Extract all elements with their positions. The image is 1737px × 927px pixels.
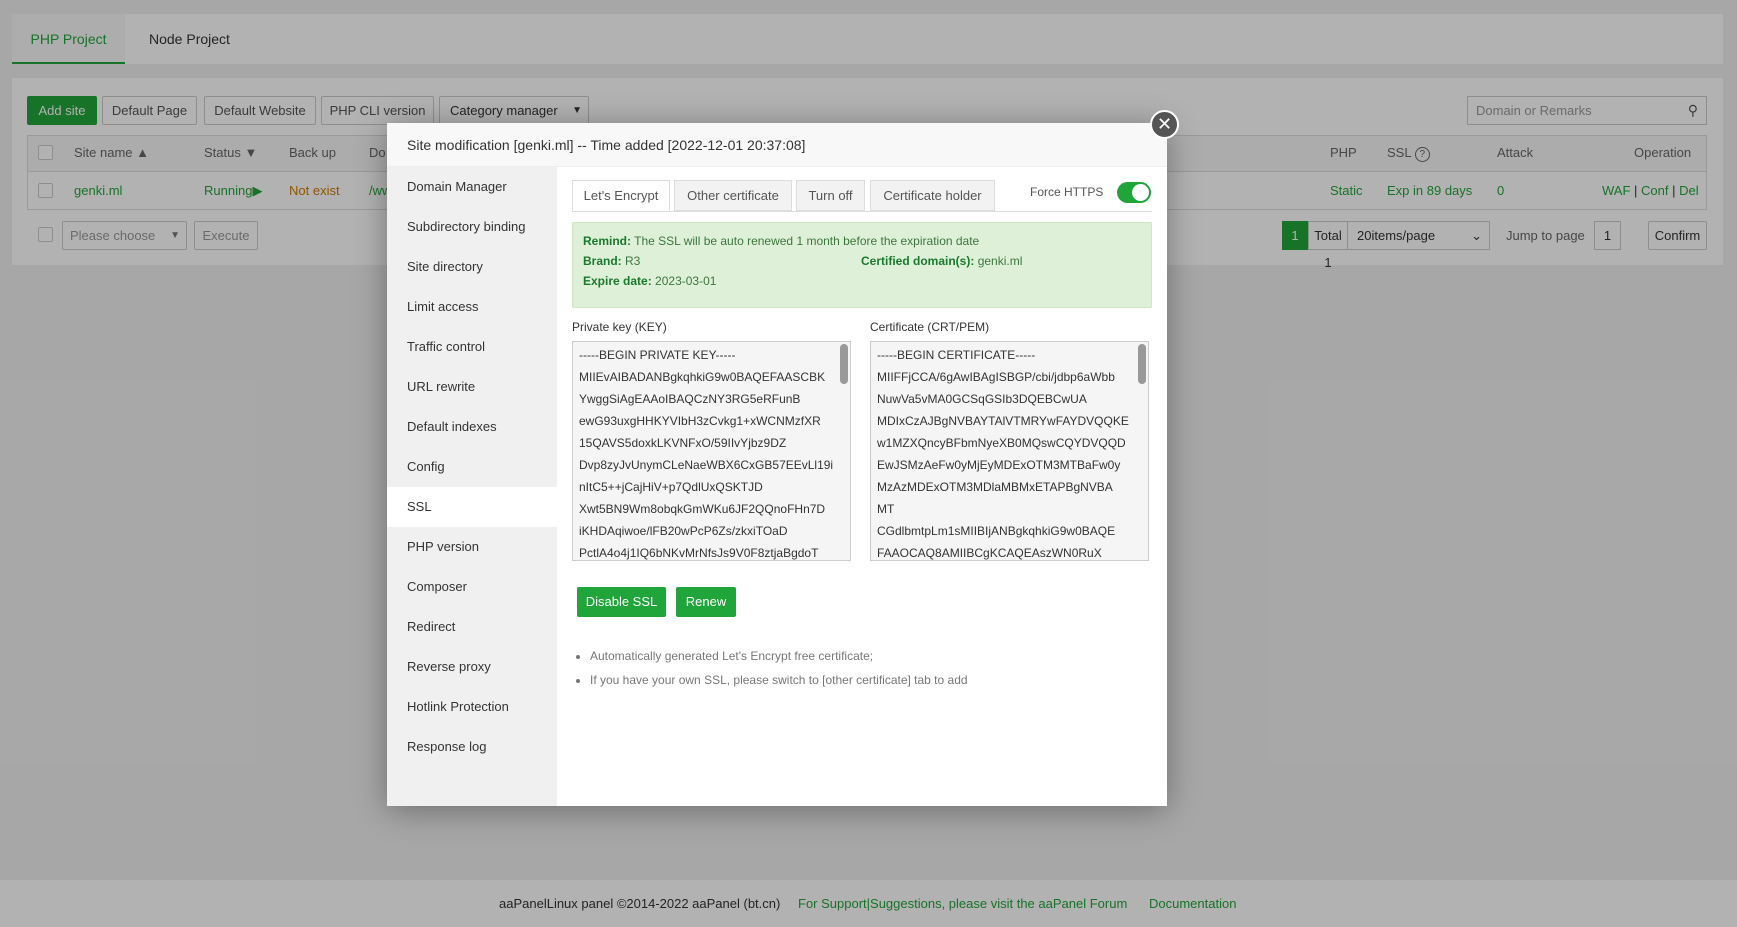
text-line: MIIEvAIBADANBgkqhkiG9w0BAQEFAASCBK (579, 370, 826, 384)
renew-button[interactable]: Renew (676, 587, 736, 617)
menu-item-composer[interactable]: Composer (387, 567, 557, 607)
force-https-label: Force HTTPS (1030, 185, 1104, 199)
notes-list: Automatically generated Let's Encrypt fr… (590, 644, 968, 692)
certificate-textarea[interactable]: -----BEGIN CERTIFICATE----- MIIFFjCCA/6gA… (870, 341, 1149, 561)
private-key-label: Private key (KEY) (572, 320, 667, 334)
text-line: Xwt5BN9Wm8obqkGmWKu6JF2QQnoFHn7D (579, 502, 826, 516)
tab-lets-encrypt[interactable]: Let's Encrypt (572, 180, 670, 211)
text-line: w1MZXQncyBFbmNyeXB0MQswCQYDVQQD (877, 436, 1126, 450)
settings-menu: Domain Manager Subdirectory binding Site d… (387, 167, 557, 806)
text-line: -----BEGIN CERTIFICATE----- (877, 348, 1036, 362)
menu-item-php-version[interactable]: PHP version (387, 527, 557, 567)
text-line: nItC5++jCajHiV+p7QdlUxQSKTJD (579, 480, 763, 494)
text-line: Dvp8zyJvUnymCLeNaeWBX6CxGB57EEvLl19i (579, 458, 834, 472)
force-https-toggle[interactable] (1117, 182, 1151, 203)
text-line: NuwVa5vMA0GCSqGSIb3DQEBCwUA (877, 392, 1087, 406)
text-line: ewG93uxgHHKYVIbH3zCvkg1+xWCNMzfXR (579, 414, 821, 428)
menu-item-redirect[interactable]: Redirect (387, 607, 557, 647)
menu-item-config[interactable]: Config (387, 447, 557, 487)
text-line: iKHDAqiwoe/lFB20wPcP6Zs/zkxiTOaD (579, 524, 788, 538)
menu-item-ssl[interactable]: SSL (387, 487, 557, 527)
menu-item-response-log[interactable]: Response log (387, 727, 557, 767)
dialog-title: Site modification [genki.ml] -- Time add… (387, 123, 1167, 167)
expire-line: Expire date: 2023-03-01 (583, 274, 717, 288)
text-line: YwggSiAgEAAoIBAQCzNY3RG5eRFunB (579, 392, 801, 406)
tab-certificate-holder[interactable]: Certificate holder (870, 180, 995, 211)
text-line: 15QAVS5doxkLKVNFxO/59IIvYjbz9DZ (579, 436, 787, 450)
text-line: CGdlbmtpLm1sMIIBIjANBgkqhkiG9w0BAQE (877, 524, 1116, 538)
scrollbar[interactable] (1138, 344, 1146, 384)
tab-other-certificate[interactable]: Other certificate (674, 180, 792, 211)
text-line: MzAzMDExOTM3MDlaMBMxETAPBgNVBA (877, 480, 1113, 494)
scrollbar[interactable] (840, 344, 848, 384)
menu-item-reverse-proxy[interactable]: Reverse proxy (387, 647, 557, 687)
text-line: PctlA4o4j1IQ6bNKvMrNfsJs9V0F8ztjaBgdoT (579, 546, 819, 560)
site-modification-dialog: Site modification [genki.ml] -- Time add… (387, 110, 1179, 806)
menu-item-hotlink-protection[interactable]: Hotlink Protection (387, 687, 557, 727)
remind-line: Remind: The SSL will be auto renewed 1 m… (583, 234, 980, 248)
menu-item-domain-manager[interactable]: Domain Manager (387, 167, 557, 207)
private-key-textarea[interactable]: -----BEGIN PRIVATE KEY----- MIIEvAIBADANB… (572, 341, 851, 561)
disable-ssl-button[interactable]: Disable SSL (577, 587, 666, 617)
ssl-info-box: Remind: The SSL will be auto renewed 1 m… (572, 222, 1152, 308)
text-line: EwJSMzAeFw0yMjEyMDExOTM3MTBaFw0y (877, 458, 1121, 472)
menu-item-limit-access[interactable]: Limit access (387, 287, 557, 327)
menu-item-url-rewrite[interactable]: URL rewrite (387, 367, 557, 407)
text-line: MT (877, 502, 895, 516)
tab-turn-off[interactable]: Turn off (796, 180, 865, 211)
menu-item-subdirectory-binding[interactable]: Subdirectory binding (387, 207, 557, 247)
text-line: MIIFFjCCA/6gAwIBAgISBGP/cbi/jdbp6aWbb (877, 370, 1115, 384)
menu-item-site-directory[interactable]: Site directory (387, 247, 557, 287)
note: Automatically generated Let's Encrypt fr… (590, 644, 968, 668)
close-icon[interactable]: ✕ (1150, 110, 1179, 139)
menu-item-default-indexes[interactable]: Default indexes (387, 407, 557, 447)
text-line: FAAOCAQ8AMIIBCgKCAQEAszWN0RuX (877, 546, 1102, 560)
note: If you have your own SSL, please switch … (590, 668, 968, 692)
tabs-baseline (572, 211, 1152, 212)
text-line: -----BEGIN PRIVATE KEY----- (579, 348, 736, 362)
certificate-label: Certificate (CRT/PEM) (870, 320, 990, 334)
text-line: MDIxCzAJBgNVBAYTAlVTMRYwFAYDVQQKE (877, 414, 1129, 428)
menu-item-traffic-control[interactable]: Traffic control (387, 327, 557, 367)
domains-line: Certified domain(s): genki.ml (861, 254, 1023, 268)
